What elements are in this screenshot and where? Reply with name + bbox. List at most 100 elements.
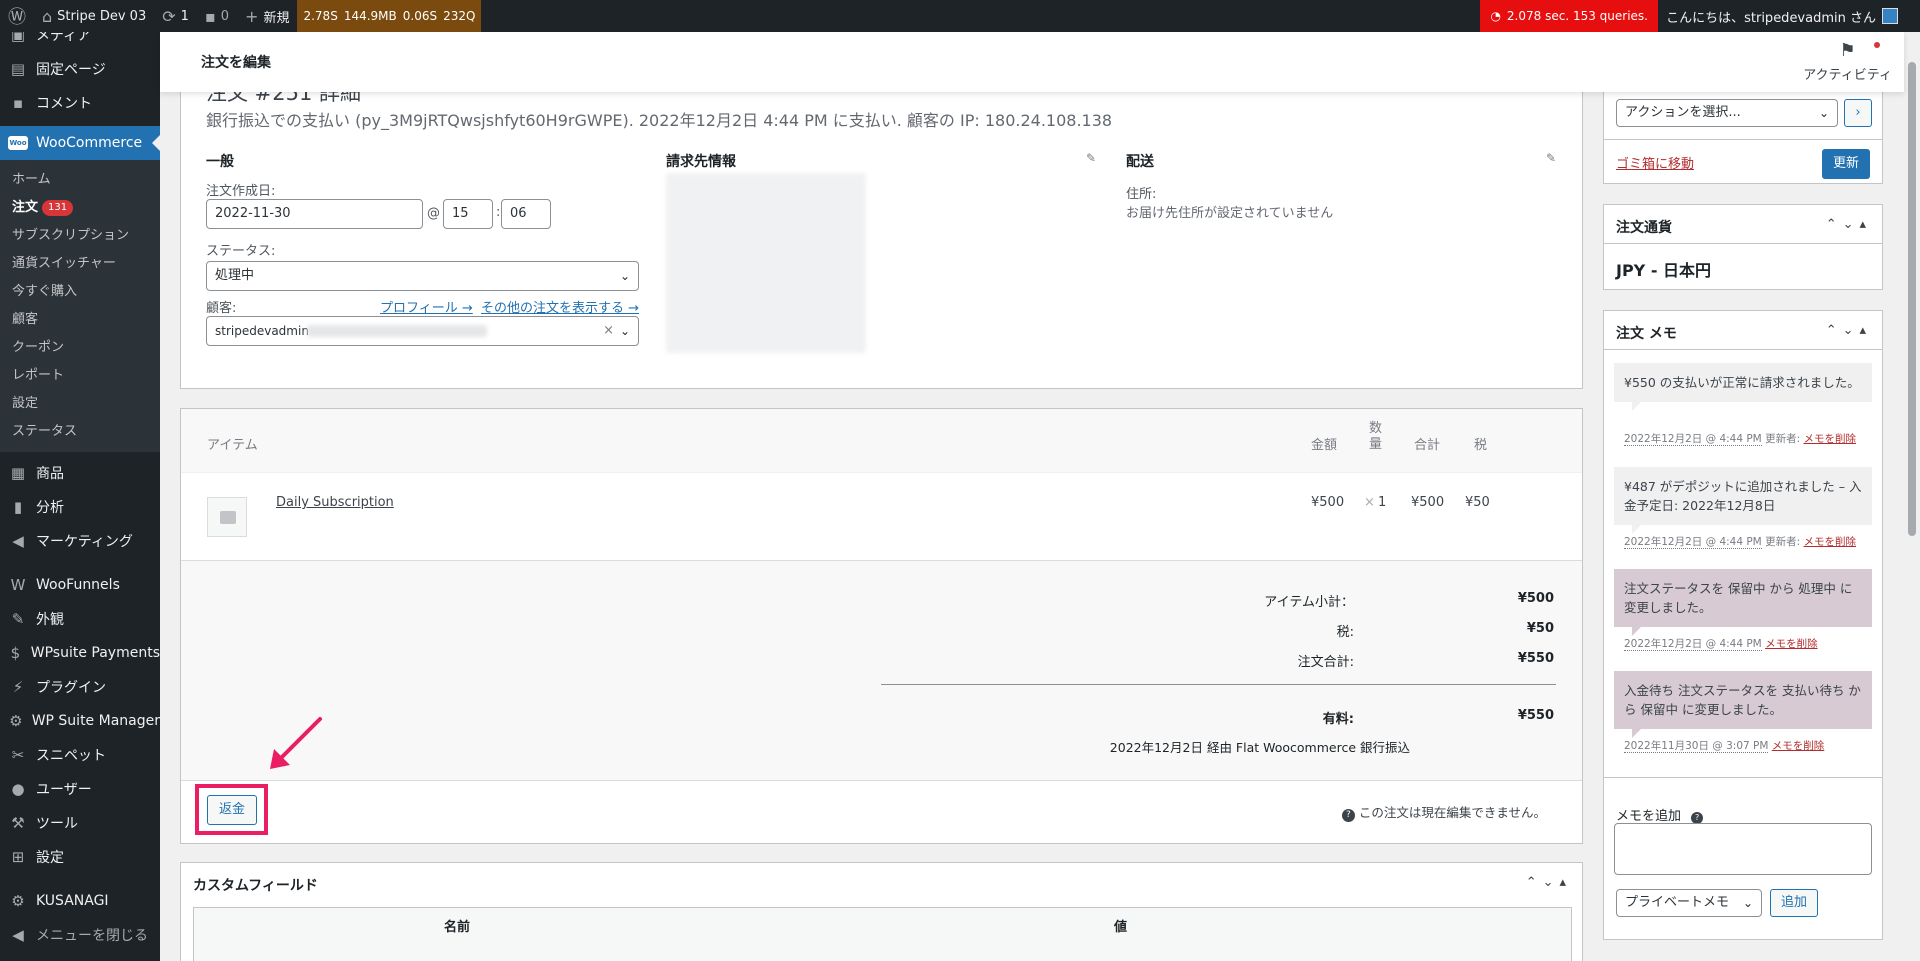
other-orders-link[interactable]: その他の注文を表示する →: [481, 297, 639, 316]
sidebar-item-comments[interactable]: ▪ コメント: [0, 86, 160, 120]
account-menu[interactable]: こんにちは、stripedevadmin さん: [1658, 0, 1906, 32]
sidebar-item-pages[interactable]: ▤ 固定ページ: [0, 52, 160, 86]
sidebar-item-tools[interactable]: ⚒ ツール: [0, 806, 160, 840]
update-button[interactable]: 更新: [1822, 149, 1870, 179]
note-textarea[interactable]: [1614, 823, 1872, 875]
sidebar-item-woofunnels[interactable]: W WooFunnels: [0, 568, 160, 602]
sidebar-item-label: コメント: [36, 96, 92, 112]
times-symbol: ×: [1364, 495, 1375, 510]
sidebar-item-users[interactable]: ● ユーザー: [0, 772, 160, 806]
wrench-icon: ⚒: [11, 814, 25, 832]
flag-icon: ⚑: [1803, 40, 1892, 64]
qm-memory: 144.9MB: [343, 9, 397, 23]
scrollbar-thumb[interactable]: [1908, 62, 1916, 536]
delete-note-link[interactable]: メモを削除: [1765, 638, 1818, 650]
sidebar-item-appearance[interactable]: ✎ 外観: [0, 602, 160, 636]
general-title: 一般: [206, 154, 234, 170]
note-meta: 2022年12月2日 @ 4:44 PM メモを削除: [1624, 636, 1818, 651]
submenu-home[interactable]: ホーム: [0, 166, 160, 194]
clear-icon[interactable]: ×: [603, 317, 614, 345]
new-label: 新規: [263, 10, 290, 26]
apply-action-button[interactable]: ›: [1844, 99, 1872, 127]
sidebar-item-snippets[interactable]: ✂ スニペット: [0, 738, 160, 772]
order-action-select[interactable]: アクションを選択... ⌄: [1616, 99, 1838, 127]
totals-divider: [881, 684, 1556, 685]
note-author-label: 更新者:: [1765, 536, 1801, 548]
submenu-settings[interactable]: 設定: [0, 390, 160, 418]
status-select[interactable]: 処理中 ⌄: [206, 261, 639, 291]
new-content-link[interactable]: + 新規: [237, 0, 297, 32]
box-controls[interactable]: ⌃⌄▴: [1826, 323, 1872, 338]
box-controls[interactable]: ⌃⌄▴: [1526, 875, 1572, 890]
performance-alert[interactable]: ◔ 2.078 sec. 153 queries.: [1480, 0, 1658, 32]
chevron-down-icon: ⌄: [619, 269, 630, 283]
submenu-customers[interactable]: 顧客: [0, 306, 160, 334]
move-to-trash-link[interactable]: ゴミ箱に移動: [1616, 153, 1694, 172]
address-label: 住所:: [1126, 187, 1157, 202]
currency-title: 注文通貨: [1616, 220, 1672, 236]
submenu-orders[interactable]: 注文 131: [0, 194, 160, 222]
sidebar-item-analytics[interactable]: ▮ 分析: [0, 490, 160, 524]
customer-label: 顧客:: [206, 301, 237, 316]
submenu-status[interactable]: ステータス: [0, 418, 160, 446]
order-total-value: ¥550: [1517, 651, 1554, 666]
qm-db: 0.06S: [402, 9, 438, 23]
item-column-header: アイテム: [207, 438, 258, 453]
submenu-reports[interactable]: レポート: [0, 362, 160, 390]
hour-input[interactable]: 15: [443, 199, 493, 229]
date-created-input[interactable]: 2022-11-30: [206, 199, 423, 229]
comments-link[interactable]: ▪ 0: [197, 0, 237, 32]
chevron-down-icon: ⌄: [1742, 896, 1753, 910]
paid-label: 有料:: [1322, 712, 1354, 727]
query-monitor-stats[interactable]: 2.78S 144.9MB 0.06S 232Q: [297, 0, 482, 32]
item-qty: 1: [1378, 495, 1387, 510]
sidebar-item-kusanagi[interactable]: ⚙ KUSANAGI: [0, 884, 160, 918]
qty-column-header: 数量: [1369, 421, 1383, 452]
sidebar-item-products[interactable]: ▦ 商品: [0, 456, 160, 490]
submenu-currency-switcher[interactable]: 通貨スイッチャー: [0, 250, 160, 278]
page-scrollbar[interactable]: [1904, 32, 1920, 961]
help-icon: ?: [1341, 809, 1355, 822]
system-note: 入金待ち 注文ステータスを 支払い待ち から 保留中 に変更しました。: [1614, 671, 1872, 738]
sidebar-item-settings[interactable]: ⊞ 設定: [0, 840, 160, 874]
site-name-link[interactable]: ⌂ Stripe Dev 03: [34, 0, 154, 32]
note-type-select[interactable]: プライベートメモ ⌄: [1616, 889, 1762, 917]
submenu-subscriptions[interactable]: サブスクリプション: [0, 222, 160, 250]
box-controls[interactable]: ⌃⌄▴: [1826, 217, 1872, 232]
submenu-coupons[interactable]: クーポン: [0, 334, 160, 362]
edit-billing-icon[interactable]: ✎: [1086, 151, 1096, 165]
activity-button[interactable]: ⚑ アクティビティ: [1803, 40, 1892, 83]
sidebar-item-wp-suite-manager[interactable]: ⚙ WP Suite Manager: [0, 704, 160, 738]
qm-time: 2.78S: [303, 9, 338, 23]
sidebar-item-woocommerce[interactable]: Woo WooCommerce: [0, 126, 160, 160]
sidebar-item-plugins[interactable]: ⚡ プラグイン: [0, 670, 160, 704]
delete-note-link[interactable]: メモを削除: [1772, 740, 1825, 752]
collapse-menu-button[interactable]: ◀ メニューを閉じる: [0, 918, 160, 952]
delete-note-link[interactable]: メモを削除: [1803, 536, 1856, 548]
add-note-button[interactable]: 追加: [1770, 889, 1818, 917]
qm-queries: 232Q: [443, 9, 476, 23]
comment-icon: ▪: [12, 94, 24, 112]
sidebar-item-label: WPsuite Payments: [30, 645, 160, 661]
sidebar-item-wpsuite-payments[interactable]: $ WPsuite Payments: [0, 636, 160, 670]
collapse-icon: ◀: [12, 926, 24, 944]
wordpress-logo-icon[interactable]: Ⓦ: [0, 0, 34, 32]
submenu-buy-now[interactable]: 今すぐ購入: [0, 278, 160, 306]
profile-link[interactable]: プロフィール →: [380, 297, 473, 316]
customer-select[interactable]: stripedevadmin × ⌄: [206, 316, 639, 346]
gauge-icon: ◔: [1490, 9, 1501, 23]
edit-shipping-icon[interactable]: ✎: [1546, 151, 1556, 165]
admin-bar: Ⓦ ⌂ Stripe Dev 03 ⟳ 1 ▪ 0 + 新規 2.78S 144…: [0, 0, 1920, 32]
currency-divider: [1604, 243, 1882, 244]
page-icon: ▤: [10, 60, 26, 78]
minute-input[interactable]: 06: [501, 199, 551, 229]
home-icon: ⌂: [42, 6, 53, 26]
add-note-label: メモを追加 ?: [1616, 805, 1704, 824]
sidebar-item-media[interactable]: ▣ メディア: [0, 32, 160, 52]
sidebar-item-marketing[interactable]: ◀ マーケティング: [0, 524, 160, 558]
updates-link[interactable]: ⟳ 1: [154, 0, 197, 32]
add-note-label-text: メモを追加: [1616, 809, 1682, 824]
product-name-link[interactable]: Daily Subscription: [276, 495, 394, 510]
settings-icon: ⊞: [11, 848, 25, 866]
delete-note-link[interactable]: メモを削除: [1803, 433, 1856, 445]
